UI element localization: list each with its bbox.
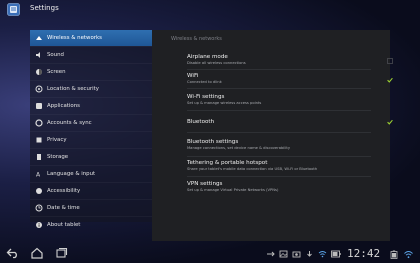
row-title: Airplane mode (187, 54, 228, 60)
wifi-checkbox[interactable] (387, 77, 393, 83)
sidebar-item-label: Accounts & sync (47, 120, 92, 126)
battery-charging-icon (390, 250, 398, 259)
recent-apps-icon[interactable] (54, 247, 68, 259)
sidebar-item-label: Accessibility (47, 188, 81, 194)
row-subtitle: Share your tablet's mobile data connecti… (187, 167, 318, 171)
airplane-mode-checkbox[interactable] (387, 58, 393, 64)
settings-sidebar: Wireless & networks Sound Screen Locatio… (30, 30, 152, 228)
divider (187, 110, 371, 111)
sync-icon (35, 119, 43, 127)
sidebar-item-date-time[interactable]: Date & time (30, 199, 152, 216)
wifi-signal-icon (318, 251, 327, 258)
sidebar-item-screen[interactable]: Screen (30, 63, 152, 80)
sidebar-item-accounts-sync[interactable]: Accounts & sync (30, 114, 152, 131)
divider (187, 176, 371, 177)
row-subtitle: Disable all wireless connections (187, 61, 246, 65)
airplane-mode-row[interactable]: Airplane mode Disable all wireless conne… (187, 54, 371, 65)
screen-icon (35, 68, 43, 76)
sidebar-item-about-tablet[interactable]: About tablet (30, 216, 152, 233)
settings-app-icon (7, 3, 20, 16)
sidebar-item-label: Privacy (47, 137, 67, 143)
sidebar-item-label: Wireless & networks (47, 35, 102, 41)
row-title: Bluetooth (187, 119, 215, 125)
usb-icon (267, 251, 275, 257)
status-clock: 12:42 (347, 247, 381, 260)
back-icon[interactable] (6, 247, 20, 259)
row-subtitle: Connected to dlink (187, 80, 222, 84)
privacy-icon (35, 136, 43, 144)
wifi-row[interactable]: WiFi Connected to dlink (187, 73, 371, 84)
applications-icon (35, 102, 43, 110)
sidebar-item-label: Sound (47, 52, 64, 58)
info-icon (35, 221, 43, 229)
clock-icon (35, 204, 43, 212)
sidebar-item-label: Language & input (47, 171, 96, 177)
sidebar-item-label: Applications (47, 103, 80, 109)
settings-detail-panel: Wireless & networks Airplane mode Disabl… (152, 30, 393, 241)
divider (187, 132, 371, 133)
sidebar-item-storage[interactable]: Storage (30, 148, 152, 165)
section-header: Wireless & networks (171, 36, 222, 42)
sidebar-item-label: Storage (47, 154, 69, 160)
sidebar-item-applications[interactable]: Applications (30, 97, 152, 114)
sidebar-item-accessibility[interactable]: Accessibility (30, 182, 152, 199)
gallery-notification-icon (279, 250, 288, 258)
row-title: WiFi (187, 73, 199, 79)
sidebar-item-label: Location & security (47, 86, 99, 92)
divider (187, 156, 371, 157)
language-icon: A (35, 170, 43, 179)
tethering-hotspot-row[interactable]: Tethering & portable hotspot Share your … (187, 160, 371, 171)
wifi-icon (35, 34, 43, 42)
wifi-settings-row[interactable]: Wi-Fi settings Set up & manage wireless … (187, 94, 371, 105)
title-bar: Settings (0, 0, 420, 20)
sidebar-item-wireless-networks[interactable]: Wireless & networks (30, 30, 152, 46)
sidebar-item-label: Screen (47, 69, 66, 75)
system-navigation-bar: 12:42 (0, 244, 420, 263)
wifi-status-icon (404, 251, 413, 259)
storage-icon (35, 153, 43, 161)
bluetooth-row[interactable]: Bluetooth (187, 119, 371, 125)
location-icon (35, 85, 43, 93)
bluetooth-checkbox[interactable] (387, 119, 393, 125)
sidebar-item-sound[interactable]: Sound (30, 46, 152, 63)
sidebar-item-location-security[interactable]: Location & security (30, 80, 152, 97)
sidebar-item-label: About tablet (47, 222, 81, 228)
divider (187, 88, 371, 89)
sidebar-item-language-input[interactable]: A Language & input (30, 165, 152, 182)
row-title: VPN settings (187, 181, 223, 187)
sidebar-item-privacy[interactable]: Privacy (30, 131, 152, 148)
page-title: Settings (30, 4, 59, 12)
row-title: Tethering & portable hotspot (187, 160, 268, 166)
row-subtitle: Manage connections, set device name & di… (187, 146, 291, 150)
battery-icon (331, 250, 341, 258)
sidebar-item-label: Date & time (47, 205, 80, 211)
speaker-icon (35, 51, 43, 59)
row-subtitle: Set up & manage Virtual Private Networks… (187, 188, 279, 192)
download-notification-icon (307, 251, 312, 257)
row-title: Bluetooth settings (187, 139, 239, 145)
camera-notification-icon (292, 251, 301, 258)
row-title: Wi-Fi settings (187, 94, 225, 100)
svg-text:A: A (36, 172, 41, 179)
bluetooth-settings-row[interactable]: Bluetooth settings Manage connections, s… (187, 139, 371, 150)
accessibility-icon (35, 187, 43, 195)
vpn-settings-row[interactable]: VPN settings Set up & manage Virtual Pri… (187, 181, 371, 192)
home-icon[interactable] (30, 247, 44, 259)
row-subtitle: Set up & manage wireless access points (187, 101, 262, 105)
divider (187, 69, 371, 70)
